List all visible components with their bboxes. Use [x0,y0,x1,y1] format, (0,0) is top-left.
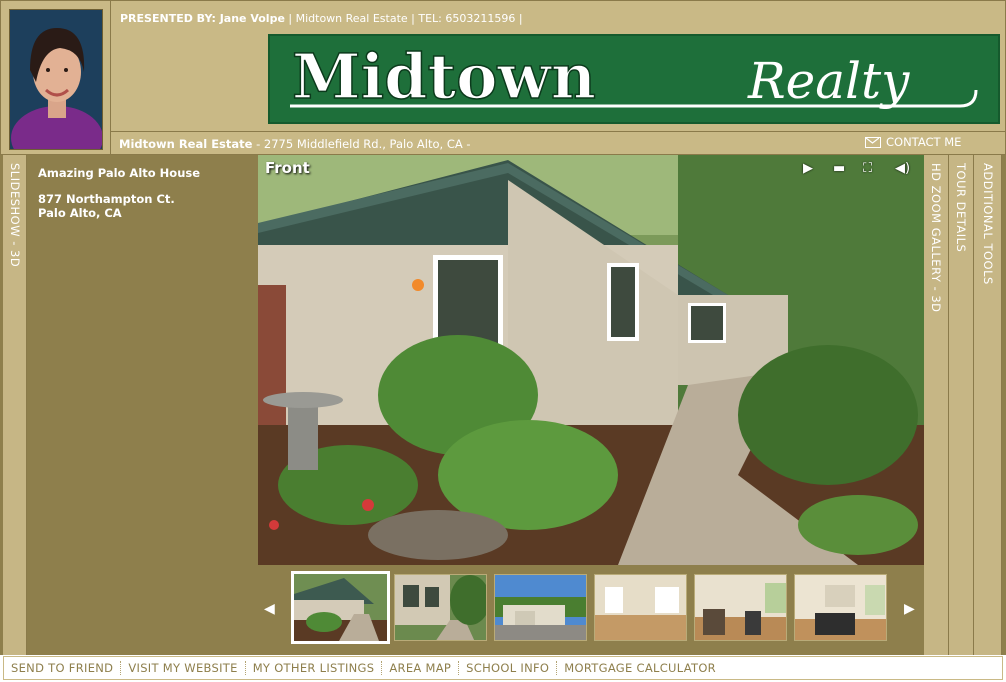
company-logo: Midtown Realty [268,34,1000,124]
logo-script-text: Realty [747,52,910,110]
thumbnail-walkway[interactable] [394,574,487,641]
footer-link-visit-website[interactable]: VISIT MY WEBSITE [121,661,244,675]
tab-slideshow-label: SLIDESHOW - 3D [7,163,22,268]
sound-icon[interactable]: ◀) [895,161,910,176]
photo-caption: Front [265,159,310,177]
tab-hd-zoom-label: HD ZOOM GALLERY - 3D [929,163,943,313]
company-address-line: Midtown Real Estate - 2775 Middlefield R… [119,137,471,151]
comment-icon[interactable]: ▬ [833,161,845,176]
main-photo[interactable]: Front ▶ ▬ ⛶ ◀) [258,155,924,565]
tab-tour-details[interactable]: TOUR DETAILS [949,155,974,655]
listing-title: Amazing Palo Alto House [38,166,201,180]
tab-tour-details-label: TOUR DETAILS [954,163,968,253]
tab-hd-zoom-gallery[interactable]: HD ZOOM GALLERY - 3D [924,155,949,655]
tab-additional-tools-label: ADDITIONAL TOOLS [980,163,995,285]
listing-city: Palo Alto, CA [38,206,122,220]
tab-additional-tools[interactable]: ADDITIONAL TOOLS [974,155,1002,655]
footer-link-area-map[interactable]: AREA MAP [382,661,458,675]
agent-photo [9,9,103,150]
contact-me-label: CONTACT ME [886,135,962,149]
thumbnail-dining-room[interactable] [694,574,787,641]
header-rule [110,131,1006,132]
fullscreen-icon[interactable]: ⛶ [863,161,872,176]
header-divider [110,1,111,156]
play-icon[interactable]: ▶ [803,161,813,176]
header: PRESENTED BY: Jane Volpe | Midtown Real … [0,0,1006,156]
company-name: Midtown Real Estate [119,137,253,151]
thumbnail-front-yard[interactable] [291,571,390,644]
footer-link-other-listings[interactable]: MY OTHER LISTINGS [246,661,382,675]
listing-street: 877 Northampton Ct. [38,192,175,206]
listing-info-panel: Amazing Palo Alto House 877 Northampton … [28,155,258,655]
thumbnails-next-arrow[interactable]: ▶ [904,601,915,617]
footer-link-mortgage-calculator[interactable]: MORTGAGE CALCULATOR [557,661,723,675]
agent-name: PRESENTED BY: Jane Volpe [120,12,285,25]
agent-contact-details: | Midtown Real Estate | TEL: 6503211596 … [284,12,523,25]
logo-main-text: Midtown [292,40,596,113]
tab-slideshow-3d[interactable]: SLIDESHOW - 3D [3,155,27,655]
company-address: - 2775 Middlefield Rd., Palo Alto, CA - [252,137,471,151]
thumbnail-strip: ◀ ▶ [258,565,924,655]
envelope-icon [865,136,881,148]
contact-me-link[interactable]: CONTACT ME [865,135,961,149]
presented-by-line: PRESENTED BY: Jane Volpe | Midtown Real … [120,12,523,25]
footer-links: SEND TO FRIEND VISIT MY WEBSITE MY OTHER… [3,656,1003,680]
tour-main: SLIDESHOW - 3D Amazing Palo Alto House 8… [0,155,1006,655]
footer-link-school-info[interactable]: SCHOOL INFO [459,661,556,675]
thumbnail-living-room[interactable] [594,574,687,641]
footer-link-send-to-friend[interactable]: SEND TO FRIEND [4,661,120,675]
thumbnail-front-exterior[interactable] [494,574,587,641]
thumbnail-family-room[interactable] [794,574,887,641]
thumbnails-prev-arrow[interactable]: ◀ [264,601,275,617]
